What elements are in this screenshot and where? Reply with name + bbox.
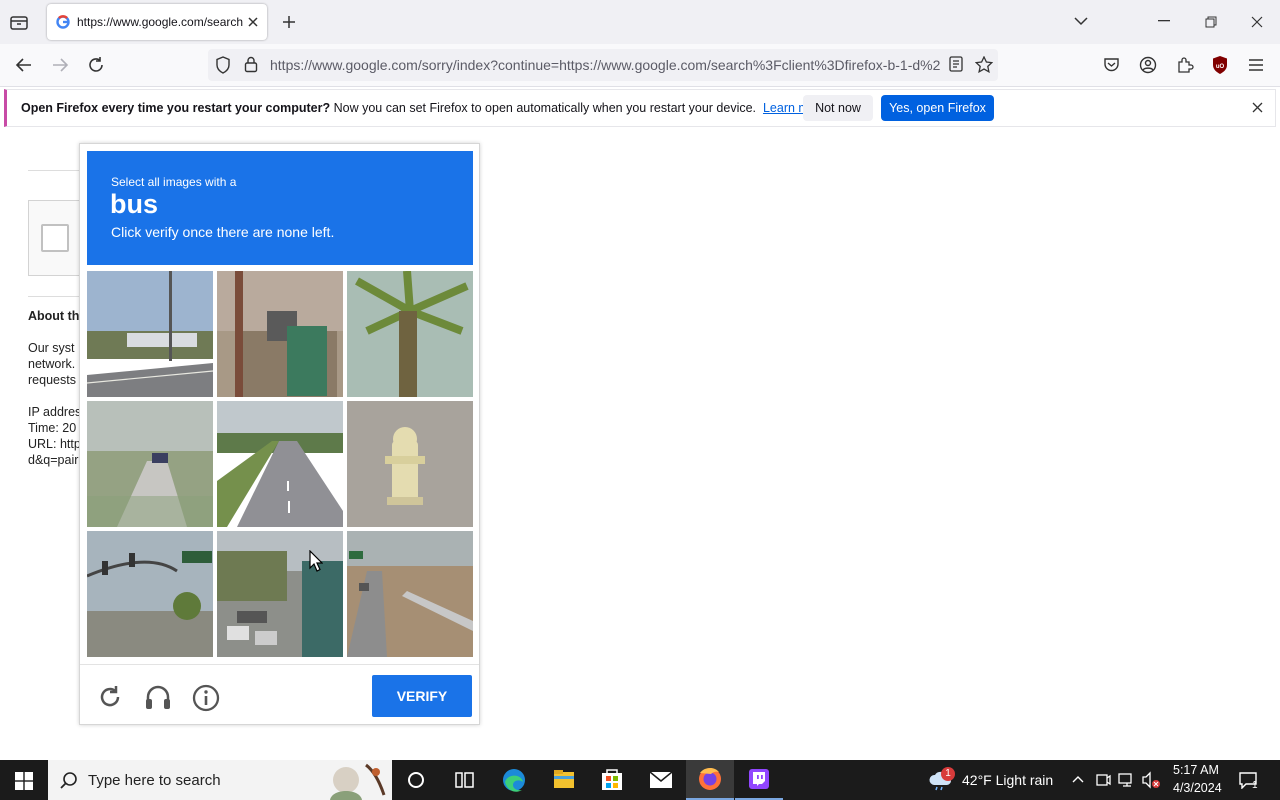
reload-challenge-icon[interactable] (97, 684, 123, 710)
address-bar[interactable]: https://www.google.com/sorry/index?conti… (208, 49, 998, 81)
captcha-tile-8[interactable] (217, 531, 343, 657)
captcha-tile-6[interactable] (347, 401, 473, 527)
clock-time[interactable]: 5:17 AM (1173, 763, 1219, 777)
weather-alert-badge: 1 (941, 767, 955, 781)
pocket-icon[interactable] (1103, 57, 1120, 73)
clock-date[interactable]: 4/3/2024 (1173, 781, 1222, 795)
volume-muted-icon[interactable] (1141, 771, 1161, 789)
about-heading: About th (28, 309, 80, 323)
captcha-tile-5[interactable] (217, 401, 343, 527)
account-icon[interactable] (1139, 56, 1157, 74)
url-text[interactable]: https://www.google.com/sorry/index?conti… (270, 57, 950, 73)
captcha-instruction: Select all images with a (111, 175, 237, 189)
close-window-icon[interactable] (1251, 16, 1263, 28)
reload-icon[interactable] (87, 56, 105, 74)
action-center-count: 1 (1252, 780, 1258, 791)
not-now-button[interactable]: Not now (803, 95, 873, 121)
verify-button[interactable]: VERIFY (372, 675, 472, 717)
ublock-origin-icon[interactable]: uO (1211, 55, 1229, 75)
captcha-tile-3[interactable] (347, 271, 473, 397)
notification-text: Now you can set Firefox to open automati… (330, 101, 757, 115)
page-paragraph-1: Our syst network. requests (28, 341, 76, 387)
back-arrow-icon[interactable] (15, 57, 33, 73)
taskbar-search-box[interactable]: Type here to search (48, 760, 392, 800)
captcha-tile-9[interactable] (347, 531, 473, 657)
tab-manager-icon[interactable] (8, 12, 30, 32)
tab-strip: https://www.google.com/search (0, 0, 1280, 44)
search-icon (60, 771, 78, 789)
windows-taskbar: Type here to search 1 42°F Light rain 5:… (0, 760, 1280, 800)
twitch-icon[interactable] (735, 760, 783, 800)
network-icon[interactable] (1118, 771, 1136, 789)
firefox-taskbar-icon[interactable] (686, 760, 734, 800)
forward-arrow-icon[interactable] (51, 57, 69, 73)
captcha-tile-4[interactable] (87, 401, 213, 527)
new-tab-icon[interactable] (281, 14, 297, 30)
page-divider (28, 296, 80, 297)
notification-title: Open Firefox every time you restart your… (21, 101, 331, 115)
extensions-icon[interactable] (1176, 56, 1194, 74)
file-explorer-icon[interactable] (540, 760, 588, 800)
default-browser-notification: Open Firefox every time you restart your… (4, 89, 1276, 127)
minimize-icon[interactable] (1158, 20, 1170, 22)
search-highlight-illustration-icon (316, 760, 392, 800)
cortana-icon[interactable] (392, 760, 440, 800)
taskbar-search-placeholder: Type here to search (88, 772, 221, 789)
captcha-header: Select all images with a bus Click verif… (87, 151, 473, 265)
task-view-icon[interactable] (440, 760, 488, 800)
meet-now-icon[interactable] (1095, 771, 1111, 789)
bookmark-star-icon[interactable] (975, 56, 993, 73)
restore-icon[interactable] (1205, 16, 1217, 28)
info-icon[interactable] (192, 684, 220, 712)
mail-icon[interactable] (637, 760, 685, 800)
navigation-bar: https://www.google.com/sorry/index?conti… (0, 44, 1280, 87)
close-notification-icon[interactable] (1252, 102, 1263, 113)
captcha-tile-2[interactable] (217, 271, 343, 397)
recaptcha-checkbox[interactable] (41, 224, 69, 252)
page-paragraph-2: IP addres Time: 20 URL: http d&q=pair (28, 405, 82, 467)
tab-title: https://www.google.com/search (77, 15, 244, 29)
mouse-cursor-icon (309, 550, 323, 572)
audio-challenge-headphones-icon[interactable] (144, 684, 172, 710)
recaptcha-box (28, 200, 84, 276)
yes-open-firefox-button[interactable]: Yes, open Firefox (881, 95, 994, 121)
captcha-hint: Click verify once there are none left. (111, 224, 335, 240)
captcha-challenge-dialog: Select all images with a bus Click verif… (79, 143, 480, 725)
list-tabs-chevron-down-icon[interactable] (1074, 16, 1088, 26)
captcha-tile-1[interactable] (87, 271, 213, 397)
close-tab-icon[interactable] (246, 15, 260, 29)
edge-browser-icon[interactable] (490, 760, 538, 800)
microsoft-store-icon[interactable] (588, 760, 636, 800)
reader-view-icon[interactable] (949, 56, 963, 72)
captcha-target: bus (110, 189, 159, 219)
lock-icon[interactable] (244, 56, 258, 73)
browser-tab[interactable]: https://www.google.com/search (47, 4, 267, 40)
svg-text:uO: uO (1216, 64, 1225, 70)
chevron-up-icon[interactable] (1072, 774, 1084, 784)
page-divider (28, 170, 80, 171)
captcha-footer: VERIFY (80, 664, 479, 725)
windows-start-icon[interactable] (15, 772, 33, 790)
hamburger-menu-icon[interactable] (1248, 58, 1264, 72)
google-favicon-icon (56, 15, 70, 29)
captcha-tile-7[interactable] (87, 531, 213, 657)
tracking-shield-icon[interactable] (215, 56, 231, 74)
weather-text[interactable]: 42°F Light rain (962, 772, 1053, 788)
